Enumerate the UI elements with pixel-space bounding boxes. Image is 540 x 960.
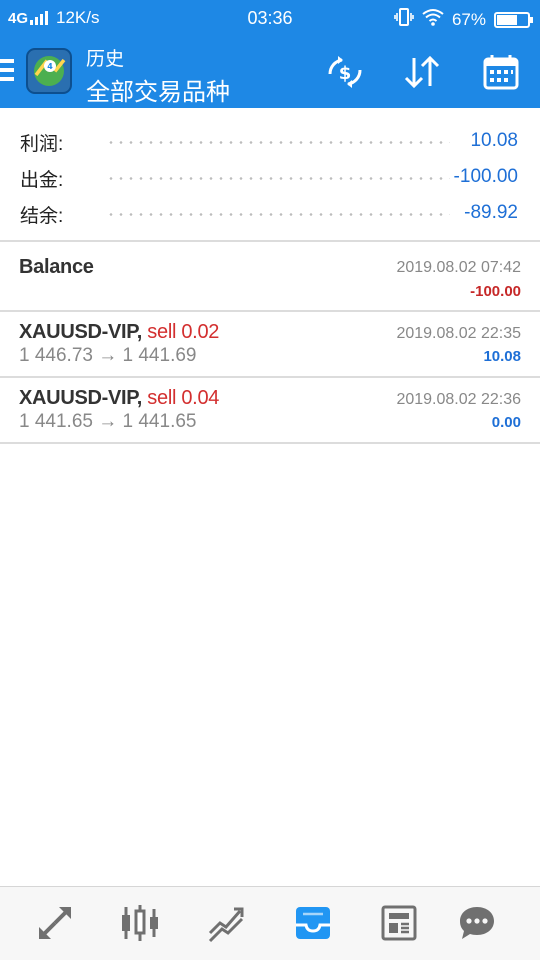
deal-profit: 10.08 <box>483 348 521 365</box>
dotted-leader <box>106 177 450 180</box>
deal-date: 2019.08.02 22:35 <box>396 325 521 342</box>
menu-icon[interactable] <box>0 59 14 81</box>
currency-exchange-icon[interactable]: $ <box>324 54 366 90</box>
deal-prices: 1 446.73 → 1 441.69 <box>19 345 197 366</box>
status-bar: 4G 12K/s 03:36 67% <box>0 0 540 36</box>
summary-label: 结余: <box>20 206 64 227</box>
app-logo-icon[interactable]: 4 <box>26 48 72 94</box>
history-inbox-icon[interactable] <box>291 903 335 943</box>
deal-profit: -100.00 <box>470 283 521 300</box>
trend-chart-icon[interactable] <box>204 903 248 943</box>
deal-date: 2019.08.02 07:42 <box>396 259 521 276</box>
summary-value: -89.92 <box>464 202 518 223</box>
dotted-leader <box>106 213 450 216</box>
deal-title: XAUUSD-VIP, sell 0.02 <box>19 321 219 344</box>
sort-icon[interactable] <box>401 54 443 90</box>
deal-row[interactable]: XAUUSD-VIP, sell 0.02 2019.08.02 22:35 1… <box>0 312 540 378</box>
dotted-leader <box>106 141 450 144</box>
deal-profit: 0.00 <box>491 414 521 431</box>
deal-symbol: XAUUSD-VIP, <box>19 387 143 409</box>
calendar-icon[interactable] <box>480 54 522 90</box>
vibrate-icon <box>394 7 414 32</box>
summary-row-withdrawal: 出金: -100.00 <box>0 158 540 194</box>
app-bar-subtitle: 历史 <box>86 49 125 70</box>
app-bar-title[interactable]: 全部交易品种 <box>86 72 230 107</box>
bottom-nav <box>0 886 540 960</box>
summary-label: 利润: <box>20 134 64 155</box>
chat-icon[interactable] <box>455 903 499 943</box>
svg-text:4: 4 <box>47 62 53 71</box>
wifi-icon <box>422 8 444 31</box>
history-screen: 4G 12K/s 03:36 67% 4 历史 全部交易品种 $ 利润: 10.… <box>0 0 540 960</box>
deal-symbol: XAUUSD-VIP, <box>19 321 143 343</box>
summary-value: 10.08 <box>470 130 518 151</box>
summary-label: 出金: <box>20 170 64 191</box>
news-icon[interactable] <box>377 903 421 943</box>
battery-percent: 67% <box>451 9 486 29</box>
battery-icon <box>494 11 533 28</box>
deal-date: 2019.08.02 22:36 <box>396 391 521 408</box>
deal-row[interactable]: XAUUSD-VIP, sell 0.04 2019.08.02 22:36 1… <box>0 378 540 444</box>
svg-text:$: $ <box>339 63 352 84</box>
summary-row-balance: 结余: -89.92 <box>0 194 540 230</box>
deal-title: Balance <box>19 256 94 278</box>
deal-action: sell 0.04 <box>147 387 220 409</box>
summary-panel: 利润: 10.08 出金: -100.00 结余: -89.92 <box>0 108 540 242</box>
candlestick-chart-icon[interactable] <box>118 903 162 943</box>
deal-prices: 1 441.65 → 1 441.65 <box>19 411 197 432</box>
deal-title: XAUUSD-VIP, sell 0.04 <box>19 387 219 410</box>
summary-value: -100.00 <box>453 166 518 187</box>
quotes-arrows-icon[interactable] <box>33 903 77 943</box>
summary-row-profit: 利润: 10.08 <box>0 122 540 158</box>
deal-row-balance[interactable]: Balance 2019.08.02 07:42 -100.00 <box>0 242 540 312</box>
app-bar: 4 历史 全部交易品种 $ <box>0 36 540 108</box>
deal-action: sell 0.02 <box>147 321 220 343</box>
